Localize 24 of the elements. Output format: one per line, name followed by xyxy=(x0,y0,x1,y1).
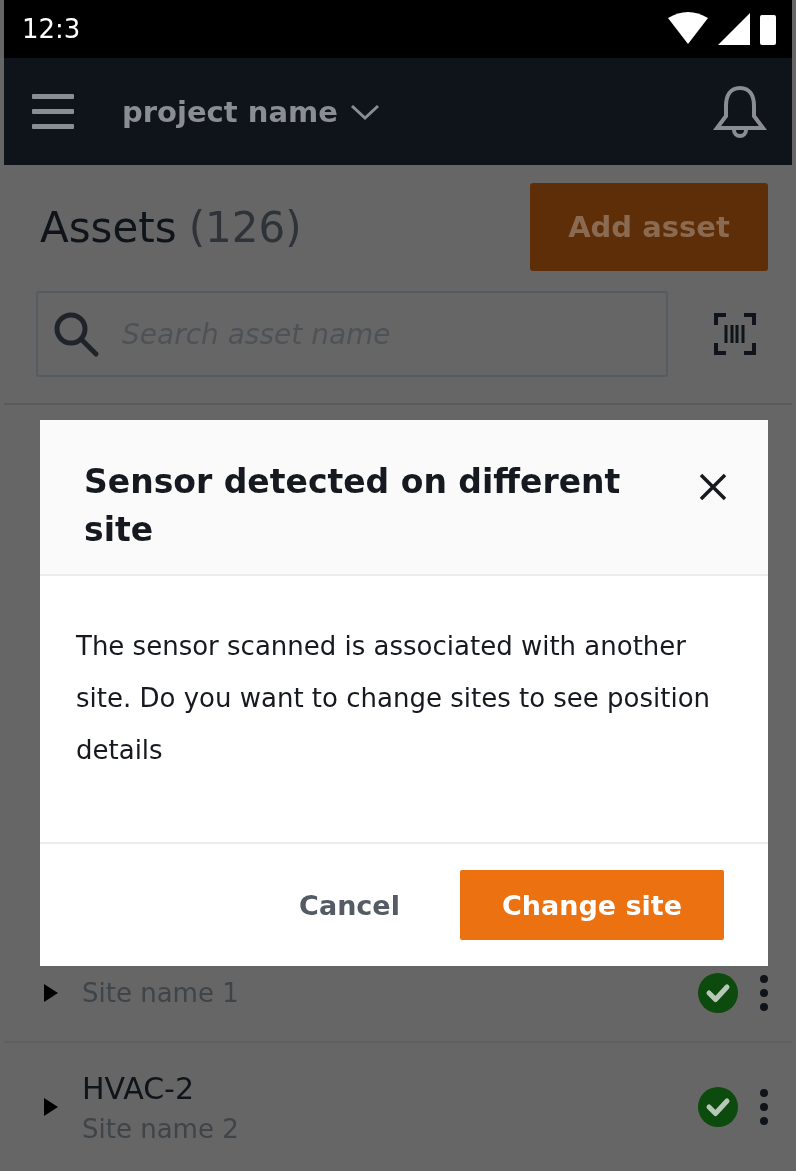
more-options-button[interactable] xyxy=(760,1089,768,1125)
search-icon xyxy=(52,310,100,358)
status-time: 12:3 xyxy=(22,14,81,44)
project-dropdown[interactable]: project name xyxy=(122,94,380,129)
close-button[interactable] xyxy=(698,472,728,502)
expand-arrow-icon[interactable] xyxy=(44,984,58,1002)
signal-icon xyxy=(718,13,750,45)
primary-button[interactable]: Change site xyxy=(459,870,724,940)
check-circle-icon xyxy=(698,1087,738,1127)
menu-button[interactable] xyxy=(32,91,74,132)
barcode-scan-button[interactable] xyxy=(714,313,756,355)
chevron-down-icon xyxy=(349,102,380,121)
notification-bell-button[interactable] xyxy=(712,83,768,140)
dialog-message: The sensor scanned is associated with another site. Do you want to change sites to see position details xyxy=(40,576,768,844)
dialog-title: Sensor detected on different site xyxy=(84,461,622,551)
asset-name: HVAC-2 xyxy=(82,1070,196,1106)
battery-icon xyxy=(760,13,776,45)
wifi-icon xyxy=(668,12,708,46)
asset-count: (126) xyxy=(188,202,302,252)
more-options-button[interactable] xyxy=(760,975,768,1011)
page-title: Assets xyxy=(40,202,177,252)
check-circle-icon xyxy=(698,973,738,1013)
expand-arrow-icon[interactable] xyxy=(44,1098,58,1116)
cancel-button[interactable]: Cancel xyxy=(279,870,420,940)
